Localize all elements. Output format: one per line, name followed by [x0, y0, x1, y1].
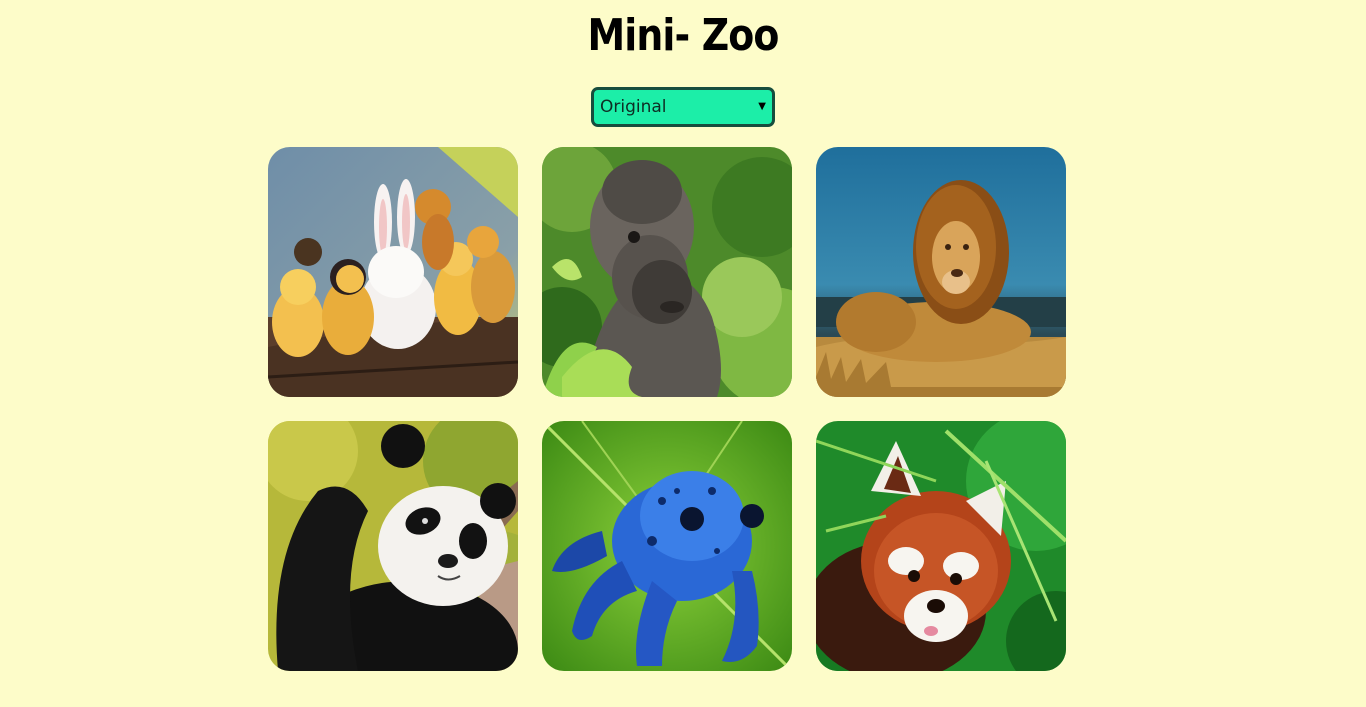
- lion-image: [816, 147, 1066, 397]
- blue-frog-image: [542, 421, 792, 671]
- rabbit-and-chicks-image: [268, 147, 518, 397]
- animal-card-red-panda[interactable]: [816, 421, 1066, 671]
- animal-card-rabbit-and-chicks[interactable]: [268, 147, 518, 397]
- page-title: Mini- Zoo: [587, 10, 779, 61]
- animal-card-gorilla[interactable]: [542, 147, 792, 397]
- animal-card-lion[interactable]: [816, 147, 1066, 397]
- animal-gallery: [268, 147, 1066, 671]
- animal-card-blue-frog[interactable]: [542, 421, 792, 671]
- gorilla-image: [542, 147, 792, 397]
- animal-card-panda[interactable]: [268, 421, 518, 671]
- filter-select-value: Original: [600, 97, 667, 117]
- panda-image: [268, 421, 518, 671]
- red-panda-image: [816, 421, 1066, 671]
- filter-select[interactable]: Original ▼: [591, 87, 775, 127]
- chevron-down-icon: ▼: [758, 101, 766, 112]
